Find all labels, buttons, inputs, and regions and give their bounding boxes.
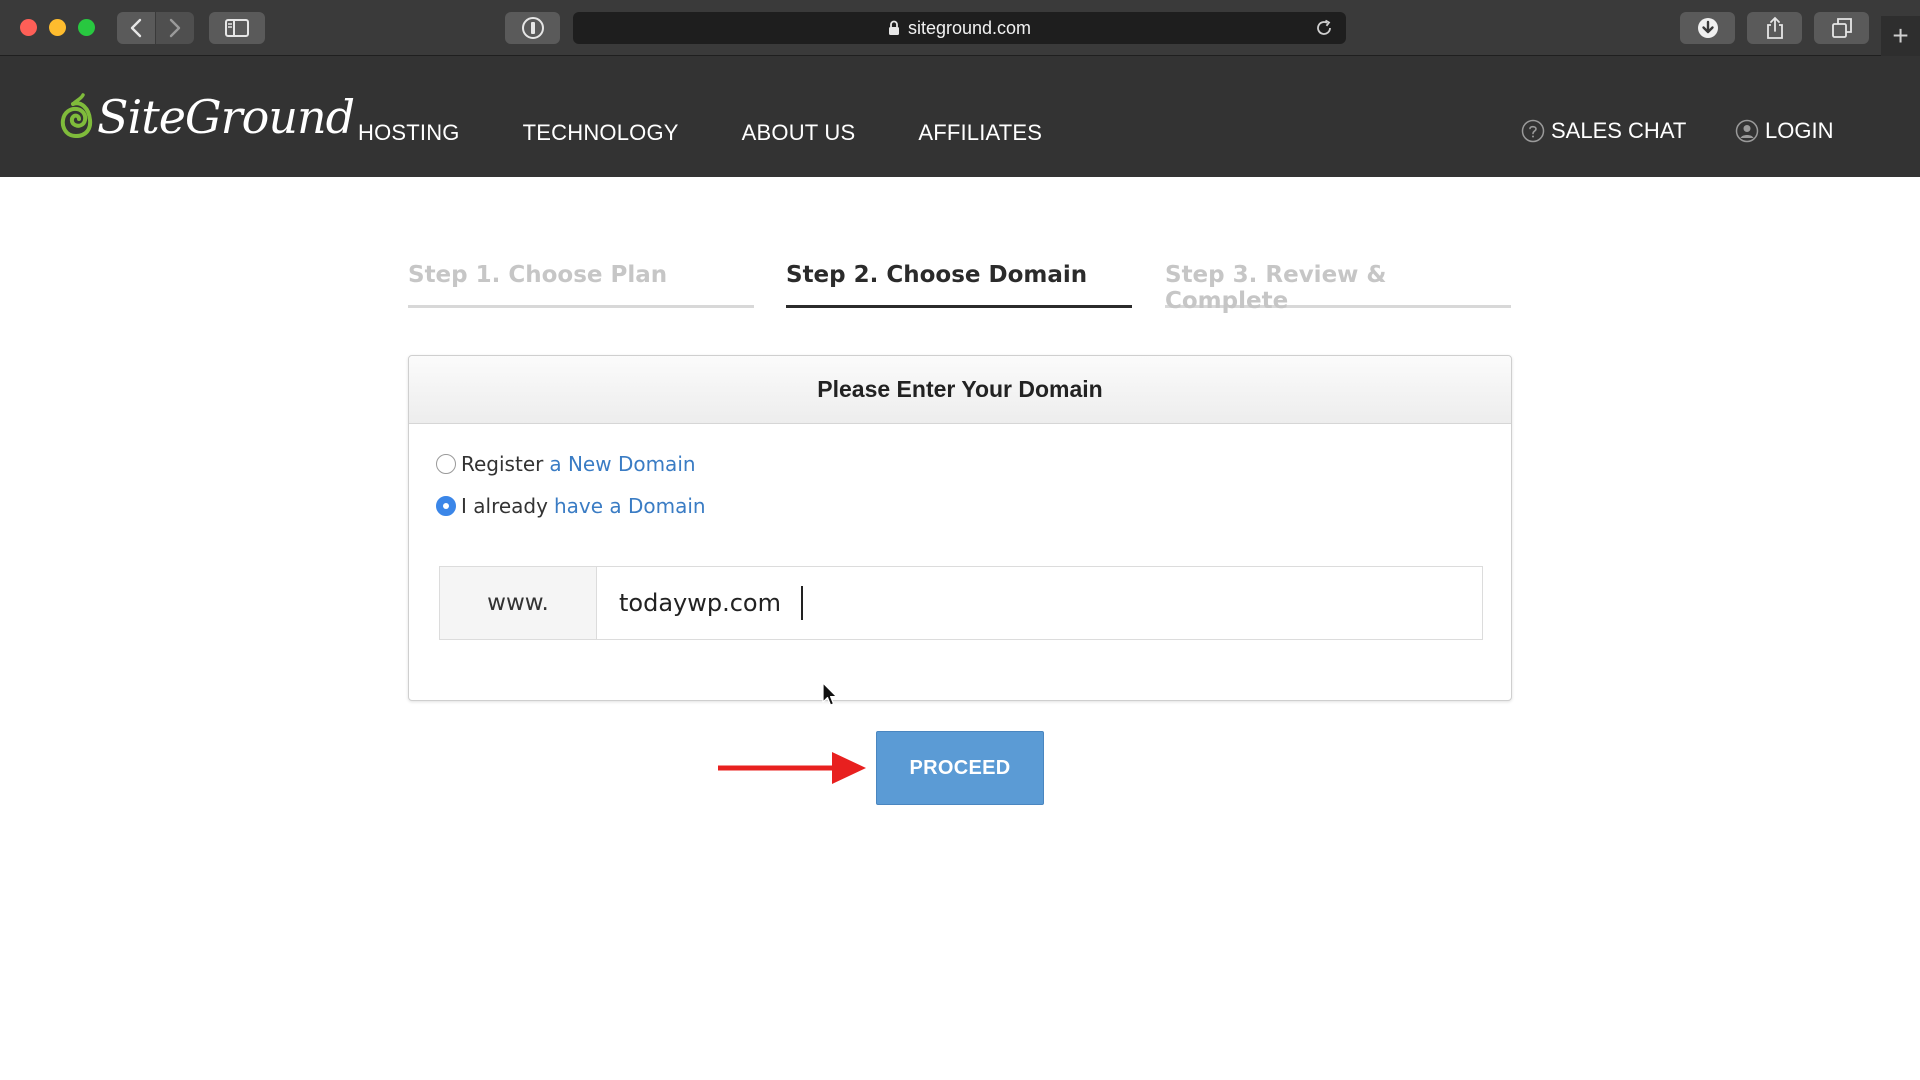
step-choose-plan[interactable]: Step 1. Choose Plan [408,262,754,308]
nav-hosting[interactable]: HOSTING [358,120,460,146]
user-icon [1735,119,1759,143]
address-bar[interactable]: siteground.com [573,12,1346,44]
browser-toolbar: siteground.com + [0,0,1920,56]
forward-icon [169,18,181,38]
text-caret [801,586,803,620]
step-choose-domain: Step 2. Choose Domain [786,262,1132,308]
domain-input-group: www. [439,566,1483,640]
red-arrow-annotation [718,752,866,784]
sales-chat-label: SALES CHAT [1551,118,1687,143]
main-nav: HOSTING TECHNOLOGY ABOUT US AFFILIATES [358,120,1105,146]
option2-prefix: I already [461,494,548,518]
sidebar-icon [225,19,249,37]
register-new-domain-option[interactable]: Register a New Domain [436,452,696,476]
login-label: LOGIN [1765,118,1834,143]
nav-technology[interactable]: TECHNOLOGY [523,120,679,146]
share-button[interactable] [1747,12,1802,44]
help-circle-icon [1521,119,1545,143]
new-tab-button[interactable]: + [1881,16,1920,56]
minimize-window-button[interactable] [49,19,66,36]
domain-panel: Please Enter Your Domain Register a New … [408,355,1512,701]
tabs-icon [1831,18,1852,38]
share-icon [1766,16,1783,39]
password-manager-button[interactable] [505,12,560,44]
show-tabs-button[interactable] [1814,12,1869,44]
reload-icon[interactable] [1314,18,1334,38]
forward-button[interactable] [156,12,194,44]
nav-affiliates[interactable]: AFFILIATES [918,120,1042,146]
domain-input[interactable] [597,567,1482,639]
new-domain-link[interactable]: a New Domain [549,452,695,476]
new-tab-icon: + [1892,20,1909,51]
have-domain-radio[interactable] [436,496,456,516]
lock-icon [888,20,899,35]
register-new-domain-radio[interactable] [436,454,456,474]
close-window-button[interactable] [20,19,37,36]
siteground-logo[interactable]: SiteGround [59,90,355,144]
nav-about-us[interactable]: ABOUT US [742,120,856,146]
siteground-swirl-icon [60,93,93,138]
have-domain-link[interactable]: have a Domain [554,494,706,518]
back-button[interactable] [117,12,155,44]
url-text: siteground.com [907,17,1032,38]
panel-title: Please Enter Your Domain [409,356,1511,424]
option1-prefix: Register [461,452,544,476]
site-header: SiteGround HOSTING TECHNOLOGY ABOUT US A… [0,56,1920,177]
have-domain-option[interactable]: I already have a Domain [436,494,706,518]
mouse-cursor-icon [822,682,838,706]
step-review-complete: Step 3. Review & Complete [1165,262,1511,314]
back-icon [130,18,142,38]
download-icon [1697,18,1718,38]
login-link[interactable]: LOGIN [1735,118,1833,144]
password-icon [521,17,544,39]
sales-chat-link[interactable]: SALES CHAT [1521,118,1686,144]
zoom-window-button[interactable] [78,19,95,36]
downloads-button[interactable] [1680,12,1735,44]
logo-text: SiteGround [97,90,355,144]
www-prefix: www. [440,567,597,639]
sidebar-toggle-button[interactable] [209,12,265,44]
proceed-button[interactable]: PROCEED [876,731,1044,805]
